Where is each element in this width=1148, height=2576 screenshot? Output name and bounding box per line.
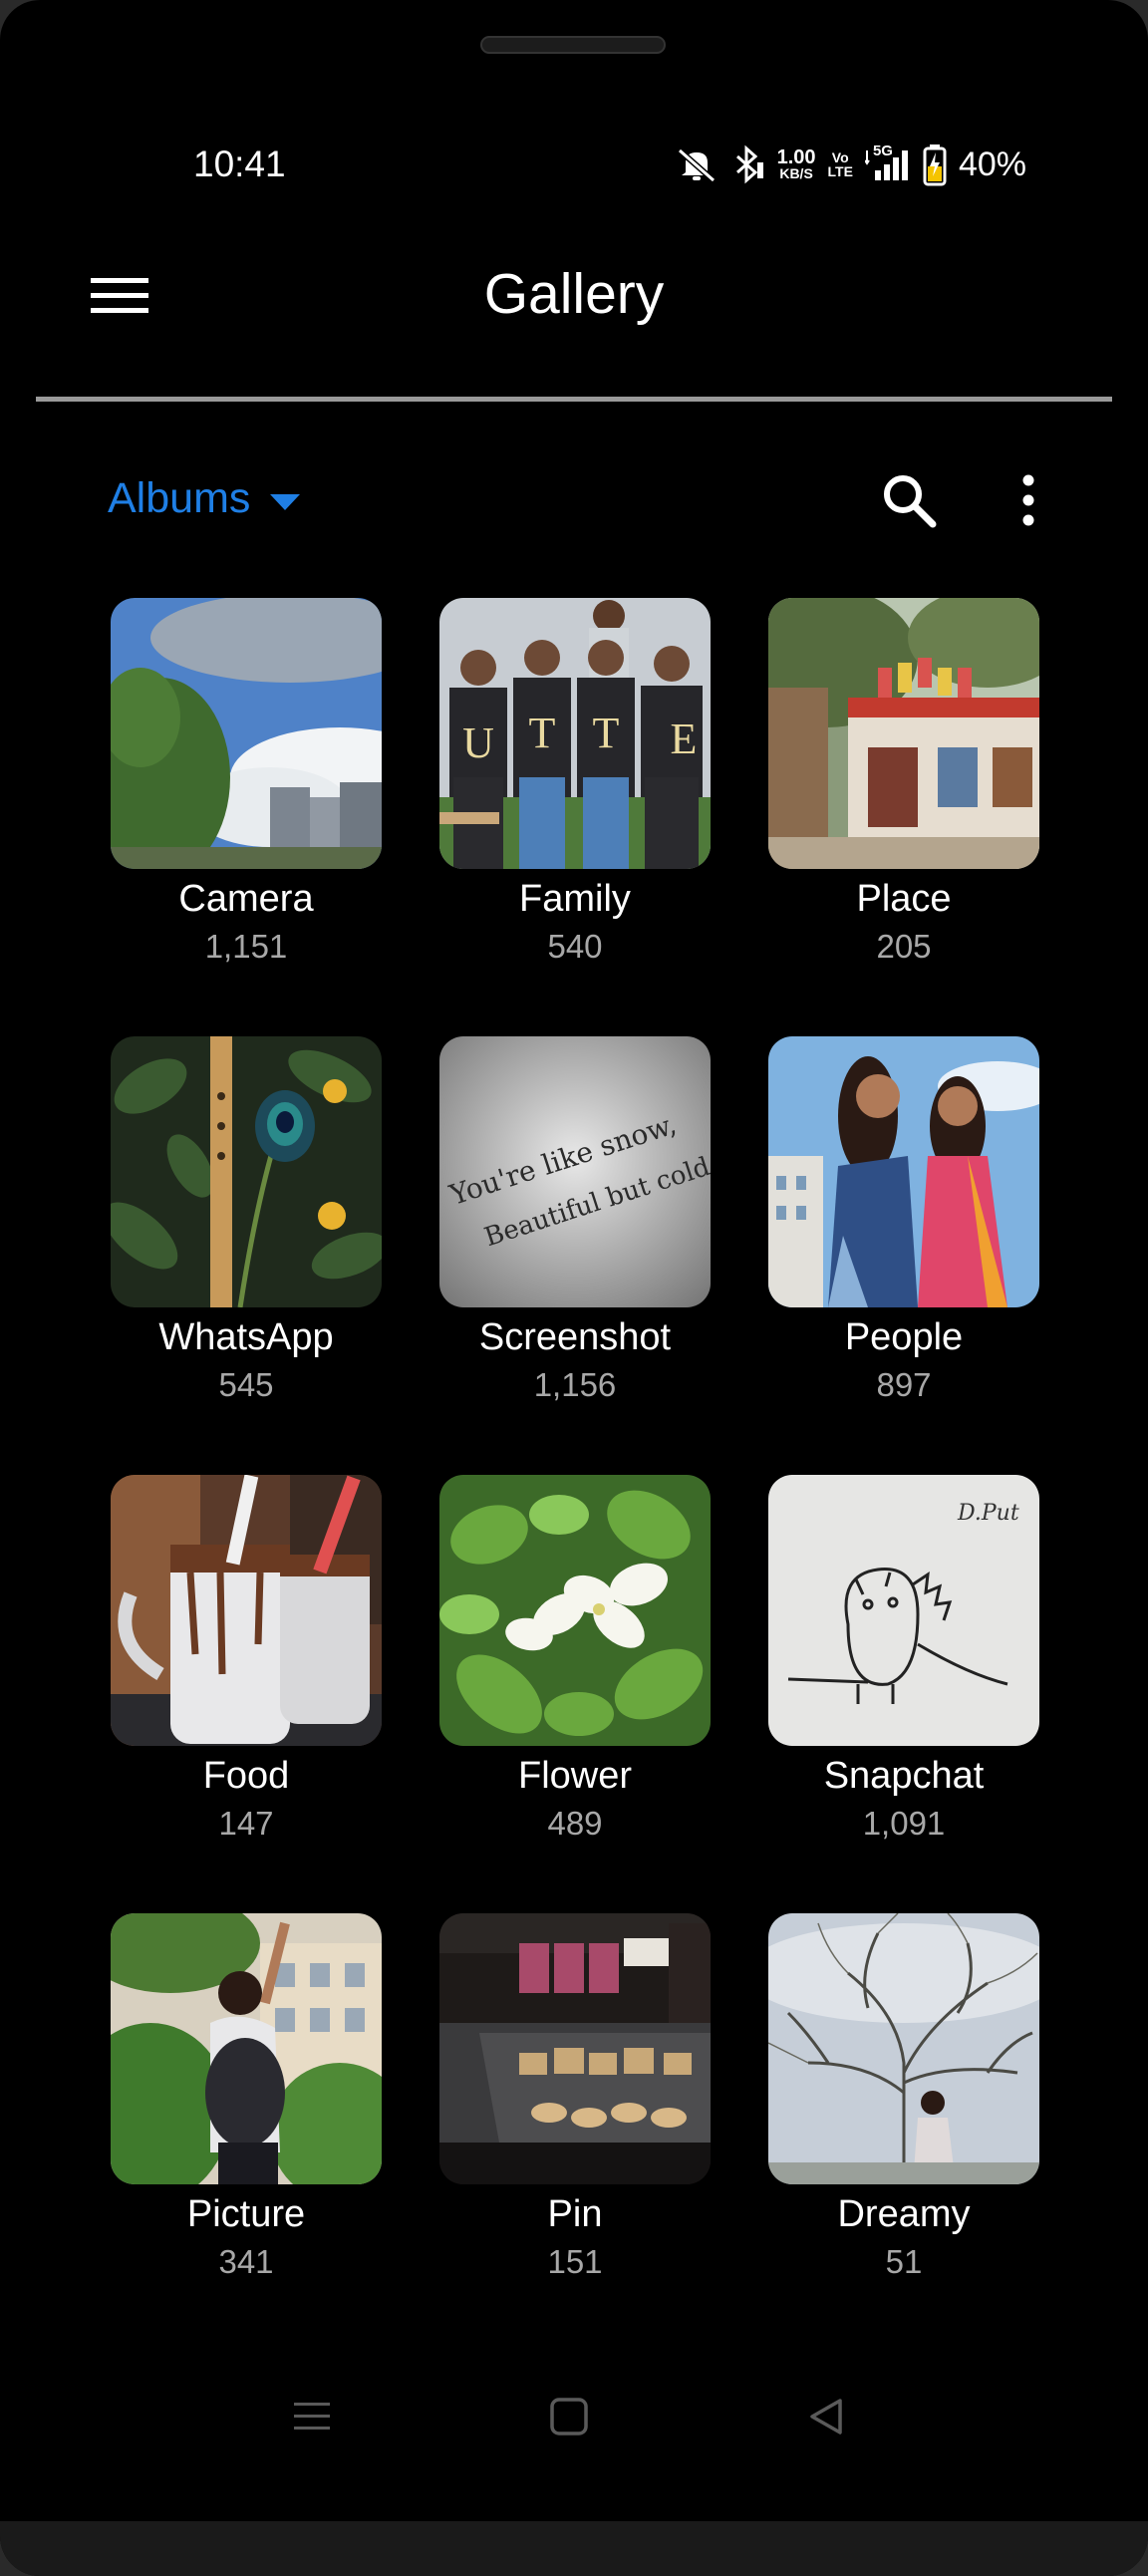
album-count: 1,151 — [204, 928, 288, 965]
earpiece-speaker — [480, 36, 666, 54]
album-name: Picture — [186, 2193, 306, 2235]
album-name: Pin — [547, 2193, 603, 2235]
album-thumbnail — [111, 1475, 382, 1746]
album-count: 489 — [547, 1805, 603, 1842]
battery-percent: 40% — [958, 145, 1026, 183]
album-thumbnail — [111, 598, 382, 869]
volte-indicator: Vo LTE — [828, 150, 853, 178]
album-count: 151 — [547, 2243, 603, 2280]
album-name: Family — [519, 878, 631, 920]
album-thumbnail — [768, 1036, 1039, 1307]
album-name: Camera — [178, 878, 314, 920]
album-card-food[interactable]: Food 147 — [111, 1475, 382, 1848]
album-thumbnail: U T T E — [439, 598, 711, 869]
more-vertical-icon[interactable] — [1006, 468, 1050, 532]
phone-screen: 10:41 1.00 KB/S Vo LTE 5G 40% Gallery Al… — [0, 0, 1148, 2576]
album-thumbnail — [439, 1475, 711, 1746]
network-speed: 1.00 KB/S — [776, 146, 816, 181]
volte-bottom-label: LTE — [827, 163, 853, 179]
status-time: 10:41 — [193, 143, 286, 184]
header-divider — [36, 397, 1112, 402]
system-nav-bar — [0, 2382, 1148, 2451]
album-count: 1,156 — [533, 1366, 617, 1403]
view-selector-label: Albums — [108, 473, 251, 522]
search-icon[interactable] — [877, 468, 941, 532]
back-icon[interactable] — [791, 2382, 861, 2451]
album-card-family[interactable]: U T T E Family 540 — [439, 598, 711, 971]
mute-notifications-icon — [674, 144, 719, 184]
album-name: WhatsApp — [158, 1316, 334, 1358]
network-type: 5G — [872, 143, 893, 159]
album-name: Dreamy — [837, 2193, 971, 2235]
album-count: 897 — [876, 1366, 932, 1403]
shirt-letter: T — [529, 709, 556, 757]
album-thumbnail: D.Put — [768, 1475, 1039, 1746]
album-thumbnail — [111, 1036, 382, 1307]
status-icons: 1.00 KB/S Vo LTE 5G 40% — [674, 140, 1026, 189]
album-count: 205 — [876, 928, 932, 965]
album-name: Screenshot — [478, 1316, 672, 1358]
album-card-whatsapp[interactable]: WhatsApp 545 — [111, 1036, 382, 1409]
album-card-camera[interactable]: Camera 1,151 — [111, 598, 382, 971]
page-title: Gallery — [483, 262, 665, 326]
album-thumbnail: You're like snow, Beautiful but cold.| — [439, 1036, 711, 1307]
album-count: 540 — [547, 928, 603, 965]
album-count: 147 — [218, 1805, 274, 1842]
battery-icon — [923, 143, 947, 186]
shirt-letter: U — [462, 718, 494, 767]
album-count: 545 — [218, 1366, 274, 1403]
shirt-letter: T — [593, 709, 620, 757]
album-thumbnail — [768, 598, 1039, 869]
album-name: People — [844, 1316, 964, 1358]
sketch-signature: D.Put — [957, 1501, 1019, 1526]
album-card-people[interactable]: People 897 — [768, 1036, 1039, 1409]
album-thumbnail — [768, 1913, 1039, 2184]
album-card-dreamy[interactable]: Dreamy 51 — [768, 1913, 1039, 2286]
network-speed-value: 1.00 — [776, 146, 816, 168]
album-thumbnail — [439, 1913, 711, 2184]
album-count: 51 — [885, 2243, 923, 2280]
recents-icon[interactable] — [277, 2382, 347, 2451]
volte-top-label: Vo — [831, 149, 849, 165]
album-card-pin[interactable]: Pin 151 — [439, 1913, 711, 2286]
album-card-flower[interactable]: Flower 489 — [439, 1475, 711, 1848]
shirt-letter: E — [671, 715, 698, 763]
caret-down-icon — [270, 474, 301, 523]
album-card-picture[interactable]: Picture 341 — [111, 1913, 382, 2286]
home-icon[interactable] — [534, 2382, 604, 2451]
album-count: 1,091 — [862, 1805, 946, 1842]
network-speed-unit: KB/S — [779, 165, 813, 181]
album-name: Snapchat — [823, 1755, 985, 1797]
signal-icon: 5G — [864, 143, 911, 184]
album-count: 341 — [218, 2243, 274, 2280]
app-bar: Gallery — [0, 239, 1148, 349]
album-name: Place — [856, 878, 952, 920]
album-card-snapchat[interactable]: D.Put Snapchat 1,091 — [768, 1475, 1039, 1848]
album-thumbnail — [111, 1913, 382, 2184]
album-card-place[interactable]: Place 205 — [768, 598, 1039, 971]
album-card-screenshot[interactable]: You're like snow, Beautiful but cold.| S… — [439, 1036, 711, 1409]
status-bar: 10:41 1.00 KB/S Vo LTE 5G 40% — [0, 140, 1148, 189]
view-selector-dropdown[interactable]: Albums — [108, 463, 301, 533]
album-name: Food — [202, 1755, 290, 1797]
bottom-bezel — [0, 2521, 1148, 2576]
album-name: Flower — [517, 1755, 633, 1797]
album-toolbar: Albums — [0, 463, 1148, 533]
bluetooth-icon — [731, 144, 765, 184]
